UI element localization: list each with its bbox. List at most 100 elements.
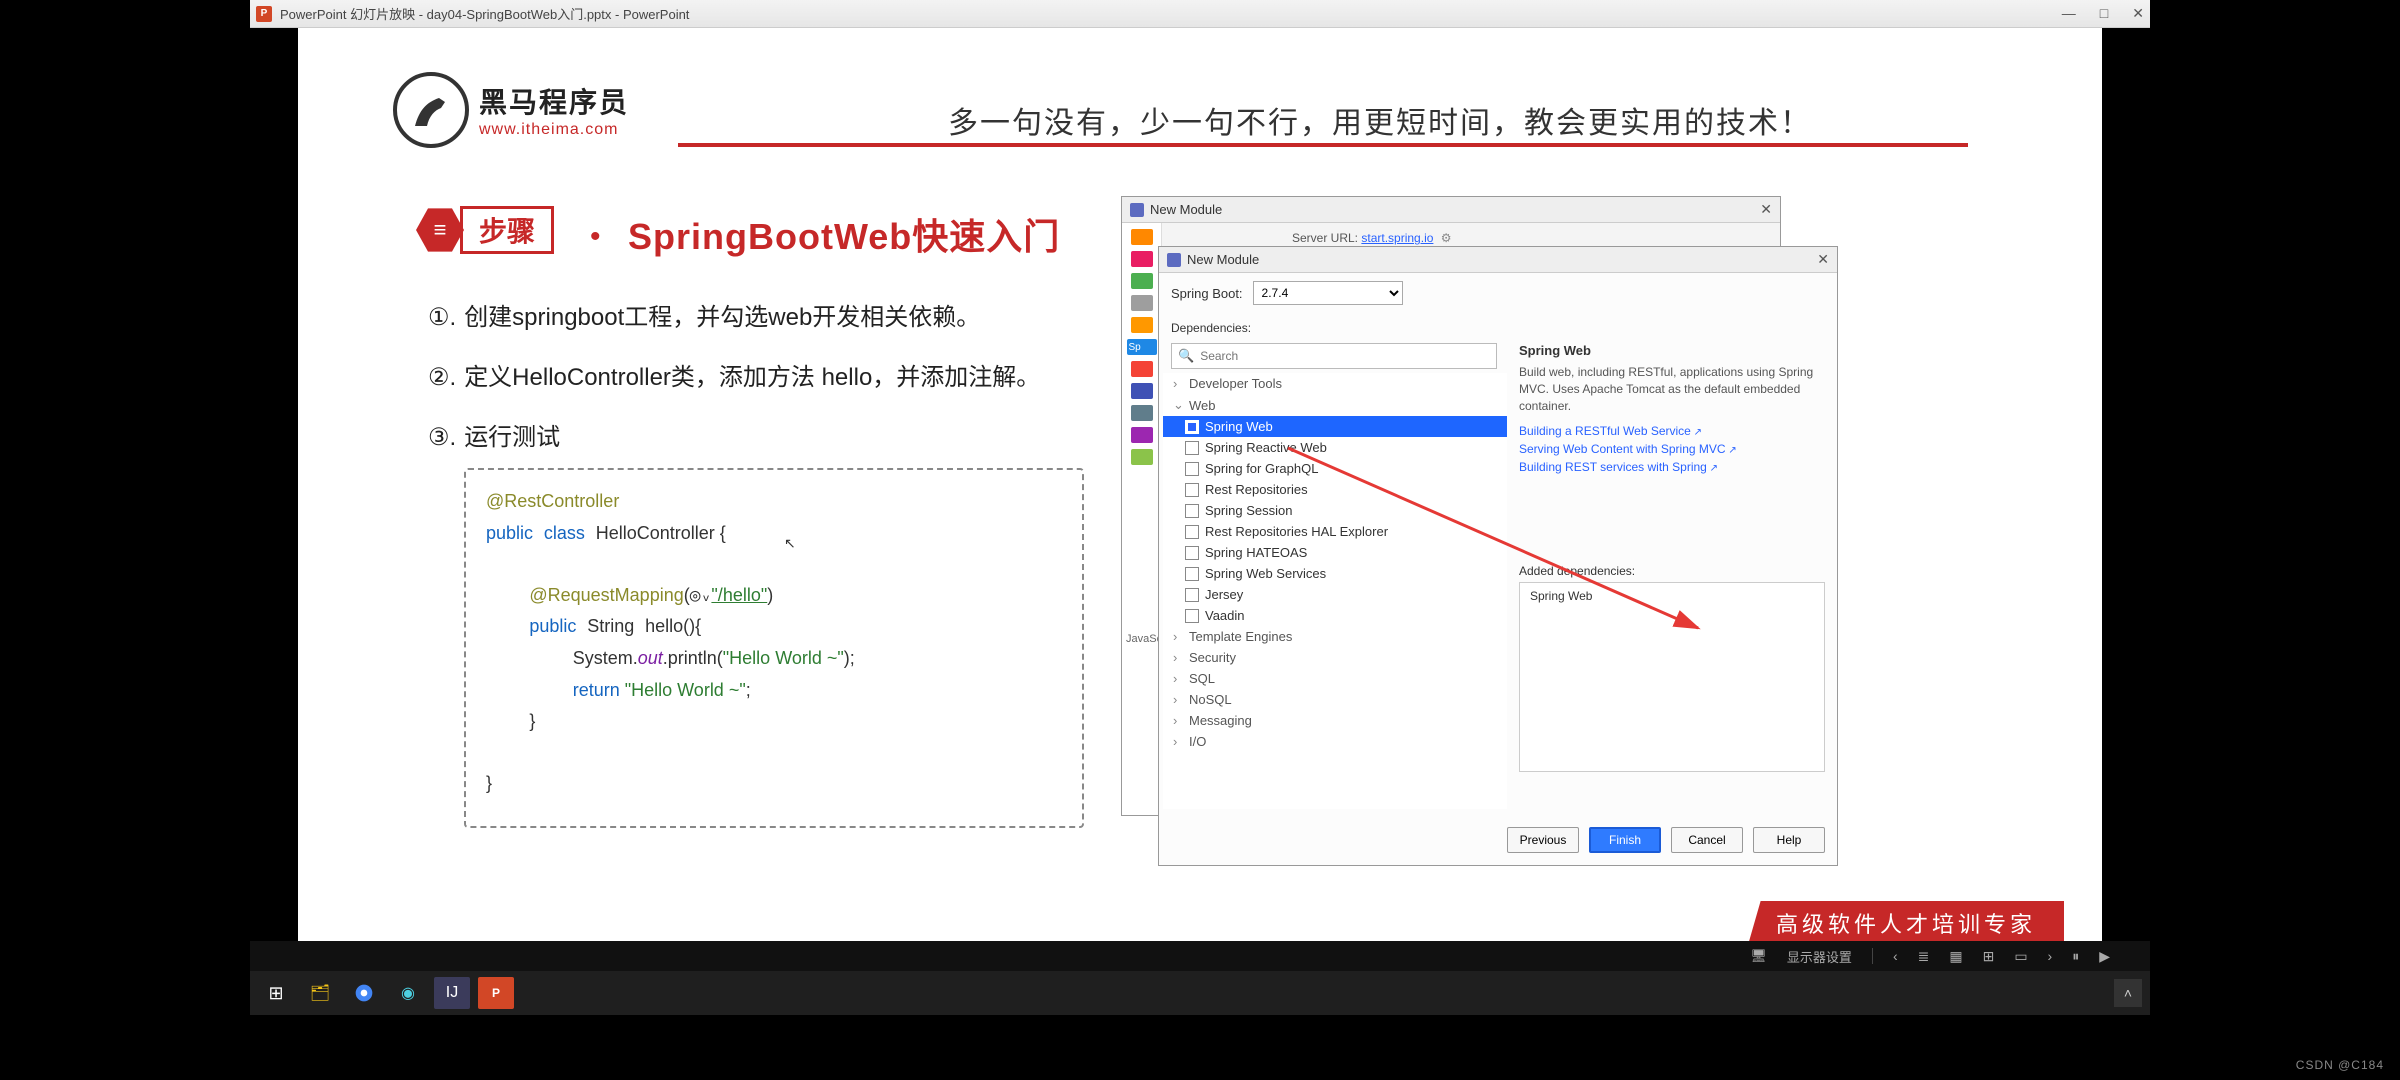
added-deps-box: Spring Web	[1519, 582, 1825, 772]
minimize-button[interactable]: —	[2062, 5, 2076, 22]
slide: 黑马程序员 www.itheima.com 多一句没有，少一句不行，用更短时间，…	[298, 28, 2102, 955]
chrome-icon[interactable]	[346, 977, 382, 1009]
cursor-icon: ↖	[784, 532, 796, 556]
badge-hex-icon: ≡	[416, 206, 464, 254]
powerpoint-task-icon[interactable]: P	[478, 977, 514, 1009]
side-gr2-icon[interactable]	[1131, 449, 1153, 465]
logo-horse-icon	[393, 72, 469, 148]
dep-hal-explorer[interactable]: Rest Repositories HAL Explorer	[1163, 521, 1507, 542]
side-m2-icon[interactable]	[1131, 405, 1153, 421]
viewer-pause-icon[interactable]: ⏸	[2072, 948, 2079, 965]
cancel-button[interactable]: Cancel	[1671, 827, 1743, 853]
dialog2-icon	[1167, 253, 1181, 267]
module-type-sidebar[interactable]: Sp	[1122, 223, 1162, 815]
viewer-prev-icon[interactable]: ‹	[1893, 948, 1898, 964]
badge-text: 步骤	[460, 206, 554, 254]
step-text-2: 定义HelloController类，添加方法 hello，并添加注解。	[464, 348, 1040, 408]
bullet-dot: •	[590, 220, 601, 254]
step-badge: ≡ 步骤	[416, 202, 556, 258]
finish-button[interactable]: Finish	[1589, 827, 1661, 853]
dep-spring-hateoas[interactable]: Spring HATEOAS	[1163, 542, 1507, 563]
dialog2-titlebar[interactable]: New Module ✕	[1159, 247, 1837, 273]
previous-button[interactable]: Previous	[1507, 827, 1579, 853]
display-settings-icon[interactable]: 🖥	[1750, 948, 1767, 964]
steps-list: ①. 创建springboot工程，并勾选web开发相关依赖。 ②. 定义Hel…	[428, 288, 1040, 468]
cat-security[interactable]: Security	[1163, 647, 1507, 668]
explorer-icon[interactable]: 🗂	[302, 977, 338, 1009]
viewer-control-strip: 🖥 显示器设置 ‹ ≣ ▦ ⊞ ▭ › ⏸ ▶	[250, 941, 2150, 971]
dep-spring-web-services[interactable]: Spring Web Services	[1163, 563, 1507, 584]
logo: 黑马程序员 www.itheima.com	[393, 72, 629, 148]
side-ko-icon[interactable]	[1131, 427, 1153, 443]
cat-io[interactable]: I/O	[1163, 731, 1507, 752]
maximize-button[interactable]: □	[2100, 5, 2108, 22]
cat-nosql[interactable]: NoSQL	[1163, 689, 1507, 710]
cat-sql[interactable]: SQL	[1163, 668, 1507, 689]
side-inf-icon[interactable]	[1131, 295, 1153, 311]
viewer-list-icon[interactable]: ≣	[1918, 948, 1930, 965]
added-deps-label: Added dependencies:	[1519, 564, 1825, 578]
side-qu-icon[interactable]	[1131, 361, 1153, 377]
display-settings-label[interactable]: 显示器设置	[1787, 947, 1852, 966]
dialog2-close-icon[interactable]: ✕	[1817, 251, 1829, 268]
window-title: PowerPoint 幻灯片放映 - day04-SpringBootWeb入门…	[280, 4, 689, 23]
server-url-link[interactable]: start.spring.io	[1361, 231, 1433, 245]
added-dep-item: Spring Web	[1530, 589, 1592, 603]
side-m-icon[interactable]	[1131, 251, 1153, 267]
cat-web[interactable]: Web	[1163, 394, 1507, 416]
header-underline	[678, 143, 1968, 147]
server-url-row: Server URL: start.spring.io ⚙	[1292, 231, 1452, 245]
search-input[interactable]	[1200, 349, 1490, 363]
dep-title: Spring Web	[1519, 343, 1825, 358]
logo-text-url: www.itheima.com	[479, 121, 629, 139]
logo-text-main: 黑马程序员	[479, 81, 629, 121]
cat-template-engines[interactable]: Template Engines	[1163, 626, 1507, 647]
intellij-icon[interactable]: IJ	[434, 977, 470, 1009]
section-title: SpringBootWeb快速入门	[628, 208, 1060, 260]
dialog-close-icon[interactable]: ✕	[1760, 201, 1772, 218]
viewer-play-icon[interactable]: ▶	[2099, 948, 2110, 965]
gear-icon[interactable]: ⚙	[1441, 231, 1452, 245]
dialog2-title: New Module	[1187, 252, 1259, 267]
dep-link-3[interactable]: Building REST services with Spring	[1519, 460, 1825, 474]
side-mi-icon[interactable]	[1131, 383, 1153, 399]
dep-link-2[interactable]: Serving Web Content with Spring MVC	[1519, 442, 1825, 456]
powerpoint-icon: P	[256, 6, 272, 22]
dependency-tree[interactable]: Developer Tools Web Spring Web Spring Re…	[1163, 373, 1507, 809]
dep-spring-session[interactable]: Spring Session	[1163, 500, 1507, 521]
sidebar-javascript-label: JavaSc	[1126, 633, 1162, 645]
dialog-titlebar[interactable]: New Module ✕	[1122, 197, 1780, 223]
cat-messaging[interactable]: Messaging	[1163, 710, 1507, 731]
side-jav-icon[interactable]	[1131, 317, 1153, 333]
side-gr-icon[interactable]	[1131, 273, 1153, 289]
cat-developer-tools[interactable]: Developer Tools	[1163, 373, 1507, 394]
dialog-title: New Module	[1150, 202, 1222, 217]
start-button[interactable]: ⊞	[258, 977, 294, 1009]
taskbar-chevron-up-icon[interactable]: ˄	[2114, 979, 2142, 1007]
step-num-2: ②.	[428, 348, 456, 408]
help-button[interactable]: Help	[1753, 827, 1825, 853]
dep-spring-reactive-web[interactable]: Spring Reactive Web	[1163, 437, 1507, 458]
spring-boot-select[interactable]: 2.7.4	[1253, 281, 1403, 305]
dep-spring-web[interactable]: Spring Web	[1163, 416, 1507, 437]
dependency-search[interactable]: 🔍	[1171, 343, 1497, 369]
spring-boot-label: Spring Boot:	[1171, 286, 1243, 301]
viewer-grid-icon[interactable]: ▦	[1949, 948, 1962, 965]
dep-jersey[interactable]: Jersey	[1163, 584, 1507, 605]
side-spring-icon[interactable]: Sp	[1127, 339, 1157, 355]
new-module-dialog-front: New Module ✕ Spring Boot: 2.7.4 Dependen…	[1158, 246, 1838, 866]
viewer-zoom-icon[interactable]: ⊞	[1983, 948, 1995, 965]
side-java-icon[interactable]	[1131, 229, 1153, 245]
dep-rest-repositories[interactable]: Rest Repositories	[1163, 479, 1507, 500]
dependencies-label: Dependencies:	[1171, 321, 1251, 335]
dependency-details: Spring Web Build web, including RESTful,…	[1519, 343, 1825, 809]
windows-taskbar[interactable]: ⊞ 🗂 ◉ IJ P ˄	[250, 971, 2150, 1015]
obs-icon[interactable]: ◉	[390, 977, 426, 1009]
viewer-next-icon[interactable]: ›	[2048, 948, 2053, 964]
step-num-1: ①.	[428, 288, 456, 348]
viewer-reader-icon[interactable]: ▭	[2014, 948, 2027, 965]
dep-link-1[interactable]: Building a RESTful Web Service	[1519, 424, 1825, 438]
close-button[interactable]: ✕	[2132, 5, 2144, 22]
dep-spring-graphql[interactable]: Spring for GraphQL	[1163, 458, 1507, 479]
dep-vaadin[interactable]: Vaadin	[1163, 605, 1507, 626]
